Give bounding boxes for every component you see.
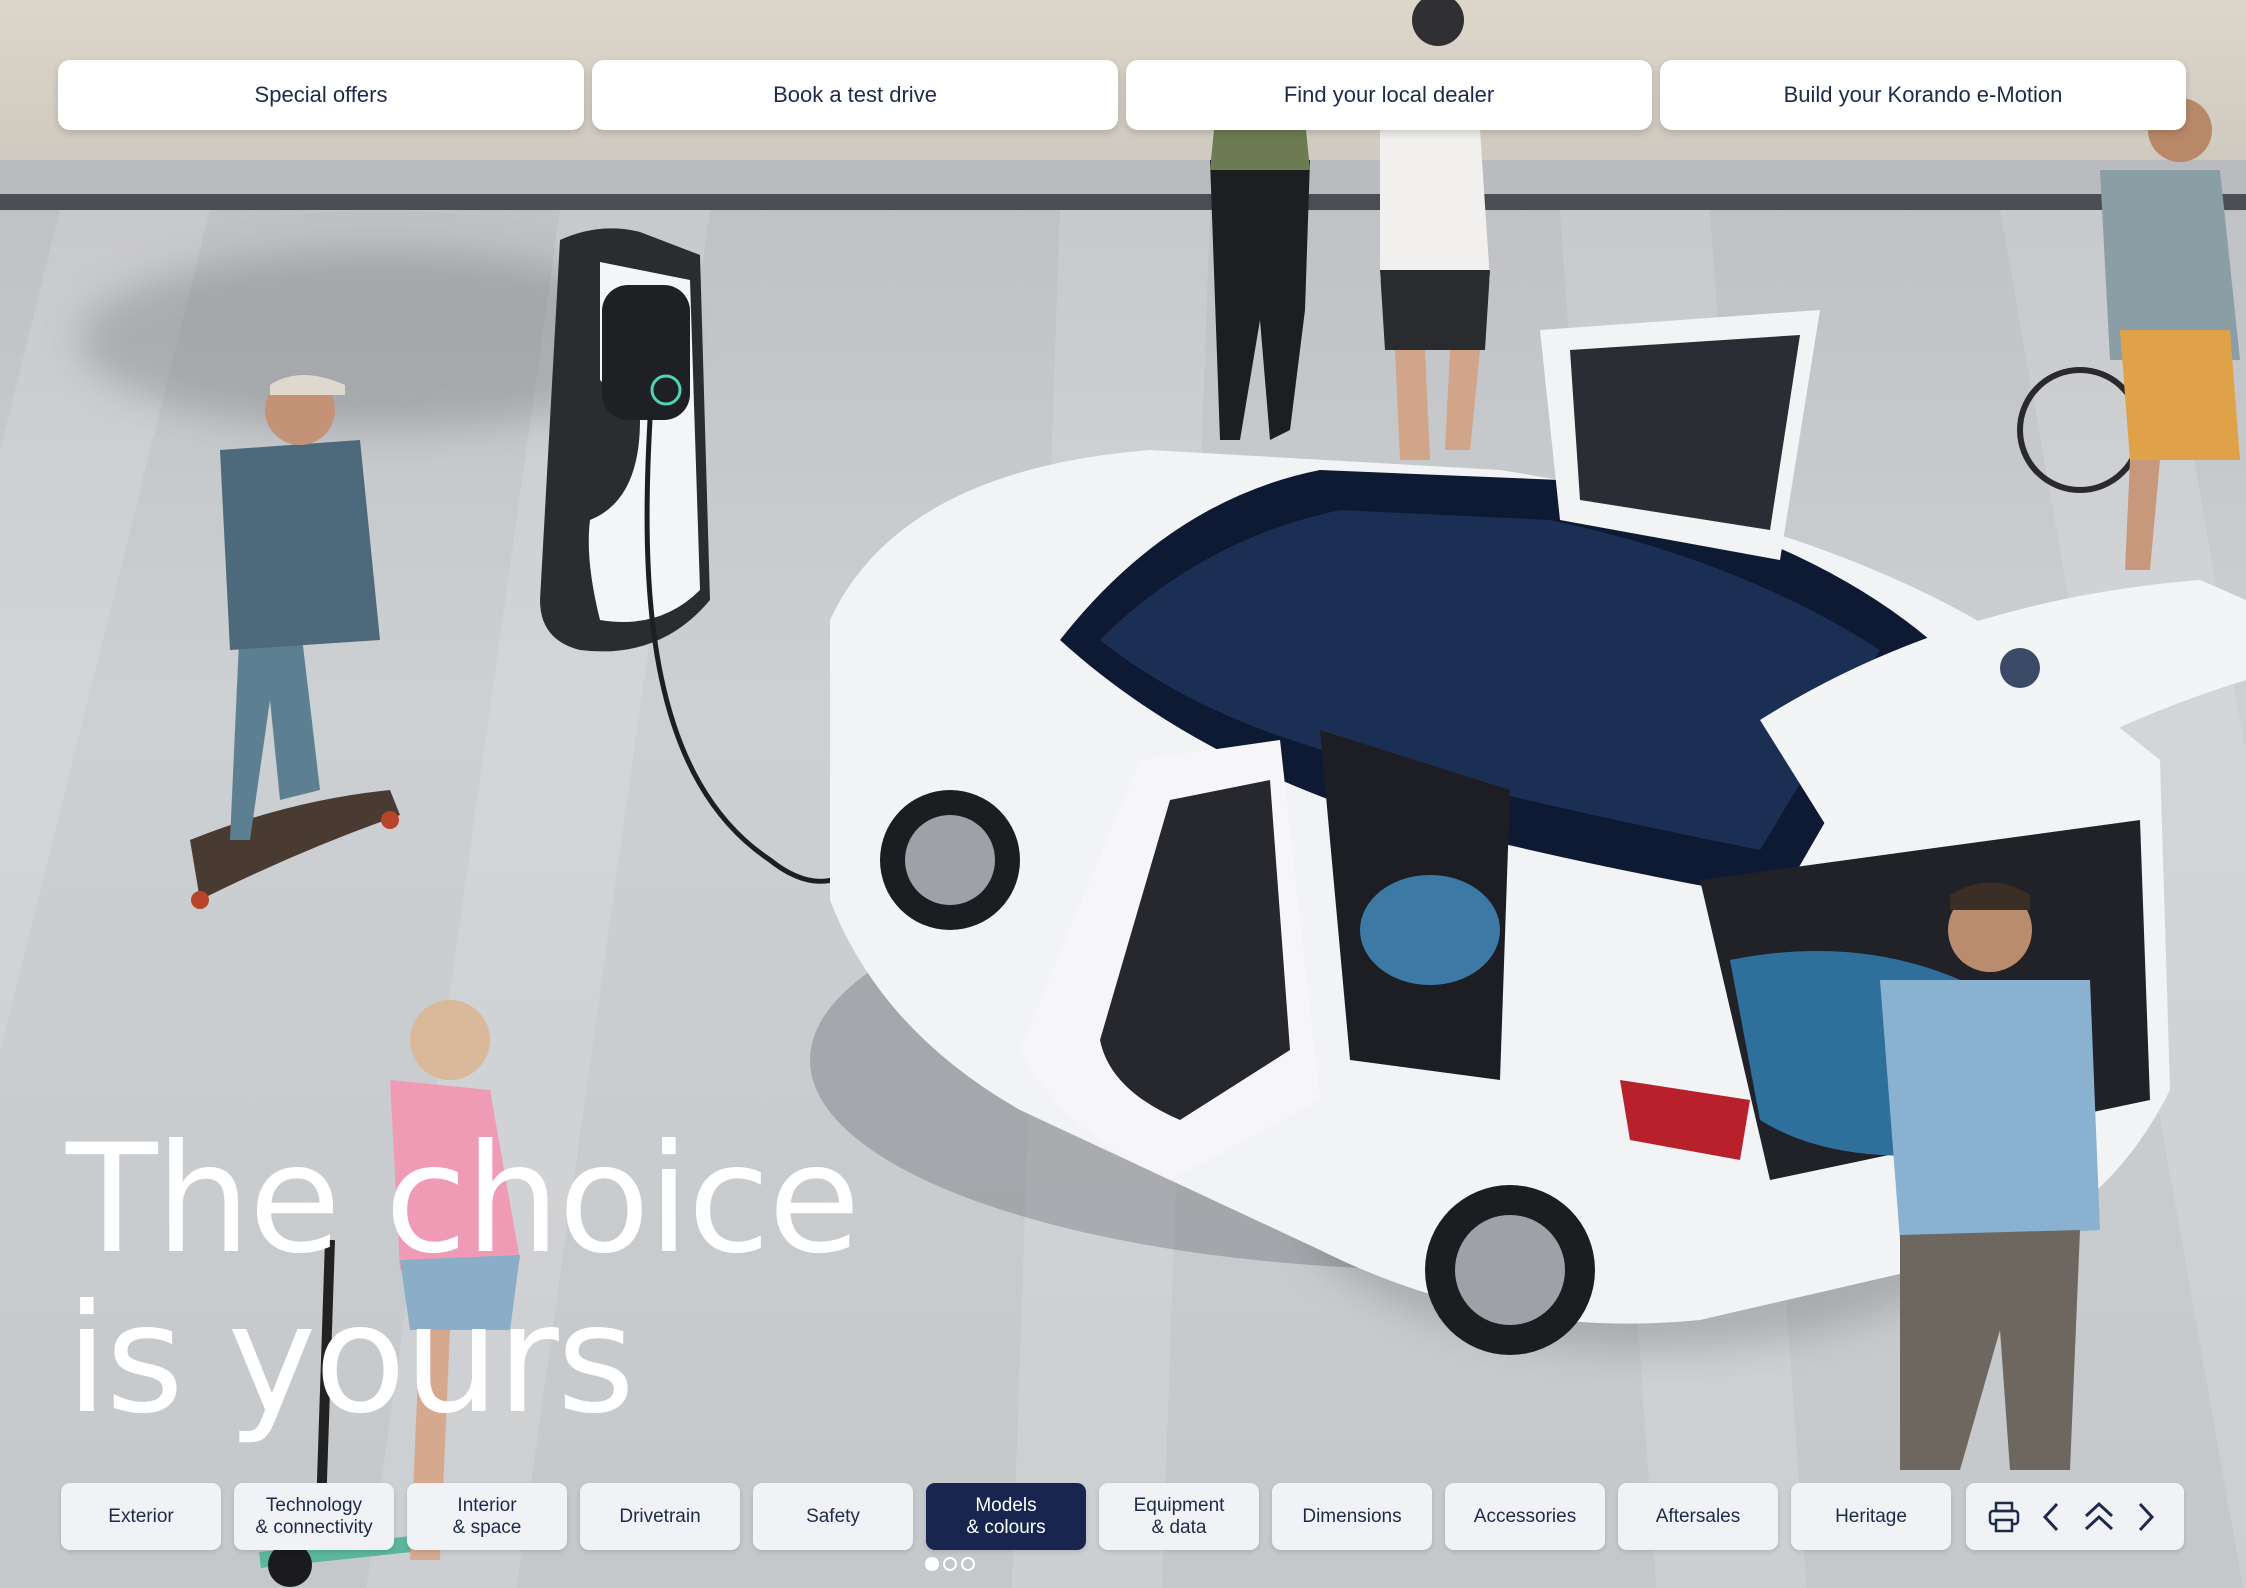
page-indicator [925, 1557, 975, 1571]
chevron-right-icon[interactable] [2126, 1497, 2166, 1537]
double-chevron-up-icon[interactable] [2079, 1497, 2119, 1537]
find-local-dealer-button[interactable]: Find your local dealer [1126, 60, 1652, 130]
cyclist-illustration [2017, 98, 2240, 570]
nav-tab-models-colours[interactable]: Models & colours [926, 1483, 1086, 1550]
section-navigation: Exterior Technology & connectivity Inter… [61, 1483, 1951, 1550]
nav-tab-dimensions[interactable]: Dimensions [1272, 1483, 1432, 1550]
nav-tab-safety[interactable]: Safety [753, 1483, 913, 1550]
skateboarder-illustration [190, 375, 400, 909]
page-dot-2[interactable] [943, 1557, 957, 1571]
charging-station-illustration [540, 228, 883, 884]
nav-tab-equipment-data[interactable]: Equipment & data [1099, 1483, 1259, 1550]
nav-tab-aftersales[interactable]: Aftersales [1618, 1483, 1778, 1550]
build-korando-button[interactable]: Build your Korando e-Motion [1660, 60, 2186, 130]
page-dot-1[interactable] [925, 1557, 939, 1571]
nav-tab-accessories[interactable]: Accessories [1445, 1483, 1605, 1550]
nav-tab-drivetrain[interactable]: Drivetrain [580, 1483, 740, 1550]
nav-tab-technology-connectivity[interactable]: Technology & connectivity [234, 1483, 394, 1550]
hero-headline: The choice is yours [66, 1120, 966, 1440]
page-tools [1966, 1483, 2184, 1550]
page-dot-3[interactable] [961, 1557, 975, 1571]
top-action-bar: Special offers Book a test drive Find yo… [58, 60, 2186, 130]
chevron-left-icon[interactable] [2031, 1497, 2071, 1537]
nav-tab-interior-space[interactable]: Interior & space [407, 1483, 567, 1550]
hero-headline-line-1: The choice [66, 1113, 860, 1287]
print-icon[interactable] [1984, 1497, 2024, 1537]
book-test-drive-button[interactable]: Book a test drive [592, 60, 1118, 130]
special-offers-button[interactable]: Special offers [58, 60, 584, 130]
nav-tab-heritage[interactable]: Heritage [1791, 1483, 1951, 1550]
hero-headline-line-2: is yours [66, 1273, 635, 1447]
nav-tab-exterior[interactable]: Exterior [61, 1483, 221, 1550]
